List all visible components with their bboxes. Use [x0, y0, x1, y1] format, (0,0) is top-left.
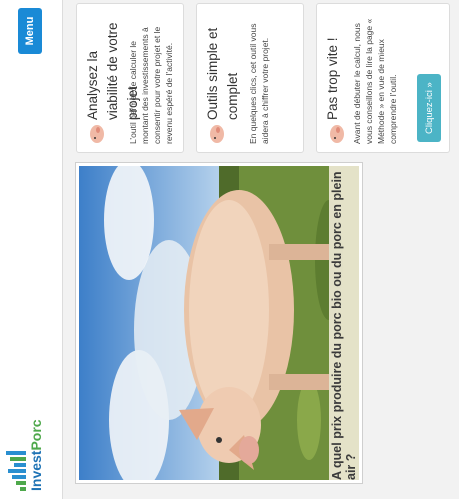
site-header: InvestPorc Menu	[0, 0, 63, 499]
card-not-too-fast: Pas trop vite ! Avant de débuter le calc…	[316, 3, 450, 153]
card-body: L’outil permet de calculer le montant de…	[128, 26, 174, 144]
cliquez-ici-button[interactable]: Cliquez-ici »	[417, 74, 441, 142]
card-title: Outils simple et complet	[205, 27, 240, 120]
hero-image: A quel prix produire du porc bio ou du p…	[76, 163, 362, 483]
card-simple-tool: Outils simple et complet En quelques cli…	[196, 3, 304, 153]
menu-button[interactable]: Menu	[18, 8, 42, 54]
logo-bars-icon	[6, 451, 26, 491]
pig-icon	[90, 125, 104, 143]
logo-suffix: Porc	[28, 419, 44, 451]
logo-text: InvestPorc	[28, 419, 44, 491]
pig-photo	[79, 166, 359, 480]
site-logo[interactable]: InvestPorc	[6, 405, 54, 491]
pig-icon	[330, 125, 344, 143]
card-title: Pas trop vite !	[325, 37, 340, 120]
card-viability: Analysez la viabilité de votre projet L’…	[76, 3, 184, 153]
logo-prefix: Invest	[28, 450, 44, 491]
pig-icon	[210, 125, 224, 143]
card-body: En quelques clics, cet outil vous aidera…	[248, 23, 270, 144]
card-body: Avant de débuter le calcul, nous vous co…	[352, 18, 398, 144]
hero-caption: A quel prix produire du porc bio ou du p…	[329, 166, 359, 480]
page: InvestPorc Menu A quel prix produire du …	[0, 0, 459, 499]
